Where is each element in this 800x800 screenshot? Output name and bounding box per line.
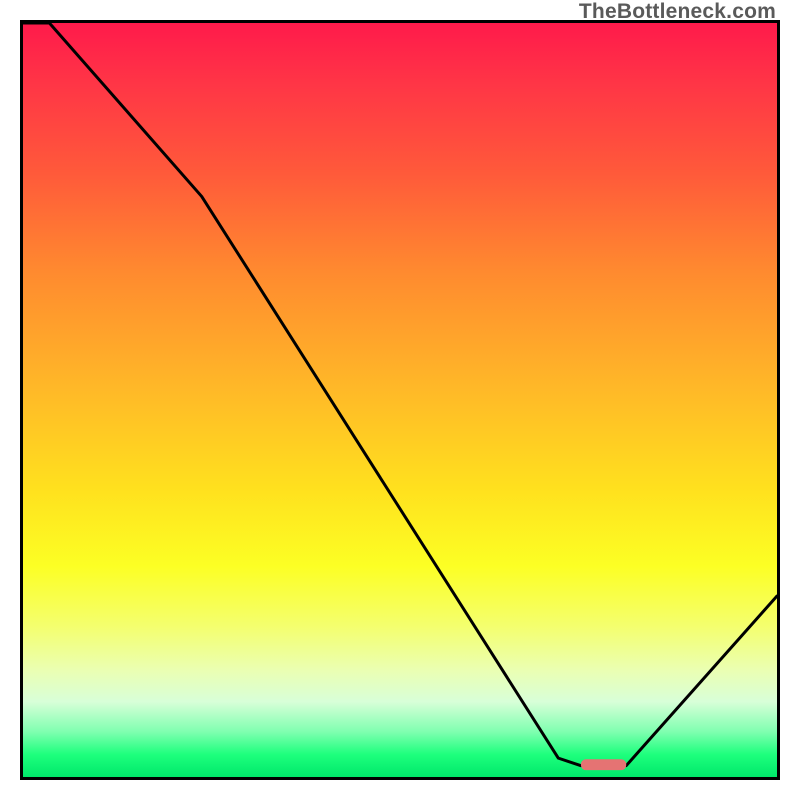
highlight-marker [581,759,626,770]
chart-container: TheBottleneck.com [0,0,800,800]
plot-area [20,20,780,780]
chart-svg [23,23,777,777]
chart-line [23,23,777,766]
